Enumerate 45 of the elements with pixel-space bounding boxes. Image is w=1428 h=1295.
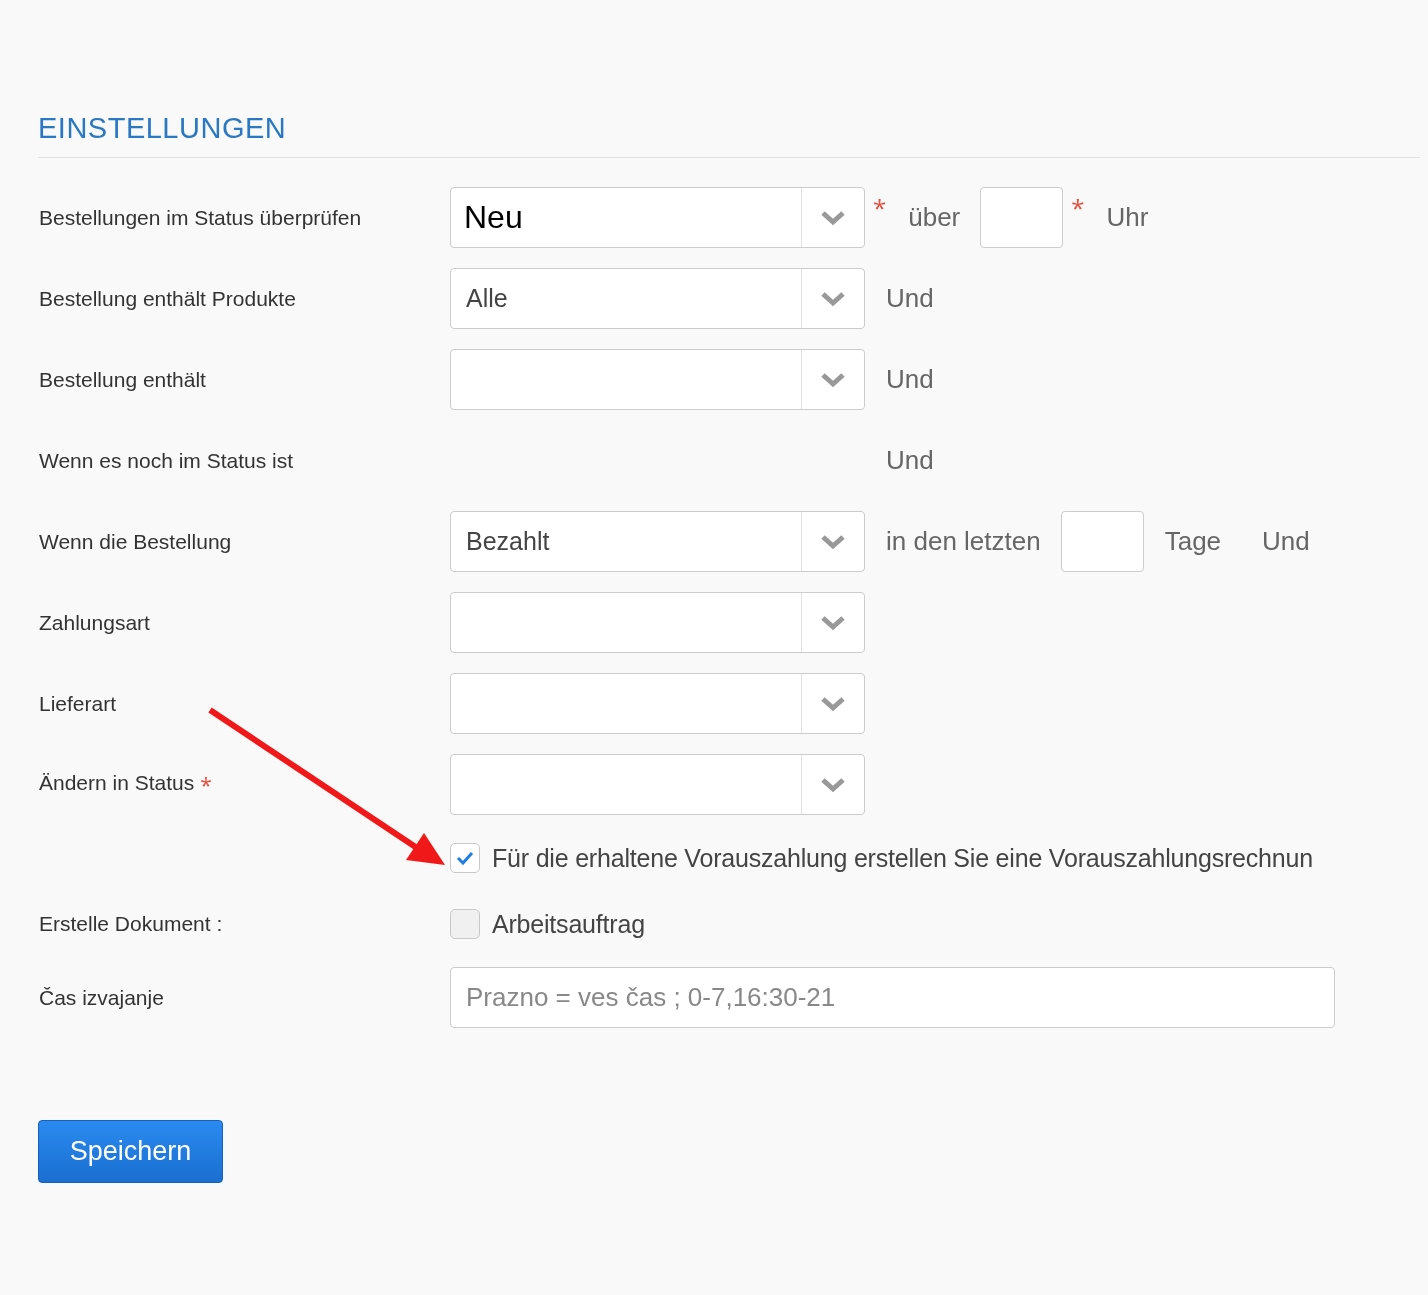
dropdown[interactable] xyxy=(450,349,865,410)
section-title: EINSTELLUNGEN xyxy=(38,112,288,145)
chevron-down-icon xyxy=(820,695,846,712)
field-label: Bestellung enthält xyxy=(38,367,206,392)
field-text: über xyxy=(908,202,961,233)
field-text: Und xyxy=(886,283,934,314)
dropdown[interactable] xyxy=(450,592,865,653)
required-mark: * xyxy=(873,191,887,224)
field-label: Lieferart xyxy=(38,691,117,716)
checkbox-label: Arbeitsauftrag xyxy=(492,909,645,939)
field-label: Wenn es noch im Status ist xyxy=(38,448,294,473)
checkbox[interactable] xyxy=(450,909,480,939)
field-label: Zahlungsart xyxy=(38,610,150,635)
chevron-down-icon xyxy=(820,209,846,226)
field-text: in den letzten xyxy=(886,526,1041,557)
dropdown[interactable]: Bezahlt xyxy=(450,511,865,572)
field-text: Tage xyxy=(1164,526,1222,557)
input-field[interactable] xyxy=(980,187,1064,248)
field-label: Ändern in Status xyxy=(38,770,195,795)
field-label: Wenn die Bestellung xyxy=(38,529,232,554)
field-label: Bestellungen im Status überprüfen xyxy=(38,205,362,230)
input-field[interactable] xyxy=(1060,511,1144,572)
input-field[interactable]: Prazno = ves čas ; 0-7,16:30-21 xyxy=(450,967,1335,1028)
required-mark: * xyxy=(1071,191,1085,224)
chevron-down-icon xyxy=(820,776,846,793)
field-label: Erstelle Dokument : xyxy=(38,912,223,936)
save-button[interactable]: Speichern xyxy=(38,1120,223,1183)
chevron-down-icon xyxy=(820,371,846,388)
dropdown[interactable] xyxy=(450,754,865,815)
required-mark: * xyxy=(200,770,212,799)
checkbox-label: Für die erhaltene Vorauszahlung erstellen Sie eine Vorauszahlungsrechnun xyxy=(492,843,1313,873)
field-text: Und xyxy=(886,445,934,476)
field-label: Bestellung enthält Produkte xyxy=(38,286,296,311)
dropdown[interactable]: Neu xyxy=(450,187,865,248)
field-text: Und xyxy=(1262,526,1310,557)
checkmark-icon xyxy=(456,851,474,865)
chevron-down-icon xyxy=(820,290,846,307)
field-text: Und xyxy=(886,364,934,395)
dropdown[interactable] xyxy=(450,673,865,734)
chevron-down-icon xyxy=(820,614,846,631)
field-label: Čas izvajanje xyxy=(38,985,164,1010)
chevron-down-icon xyxy=(820,533,846,550)
checkbox[interactable] xyxy=(450,843,480,873)
dropdown[interactable]: Alle xyxy=(450,268,865,329)
field-text: Uhr xyxy=(1106,202,1149,233)
